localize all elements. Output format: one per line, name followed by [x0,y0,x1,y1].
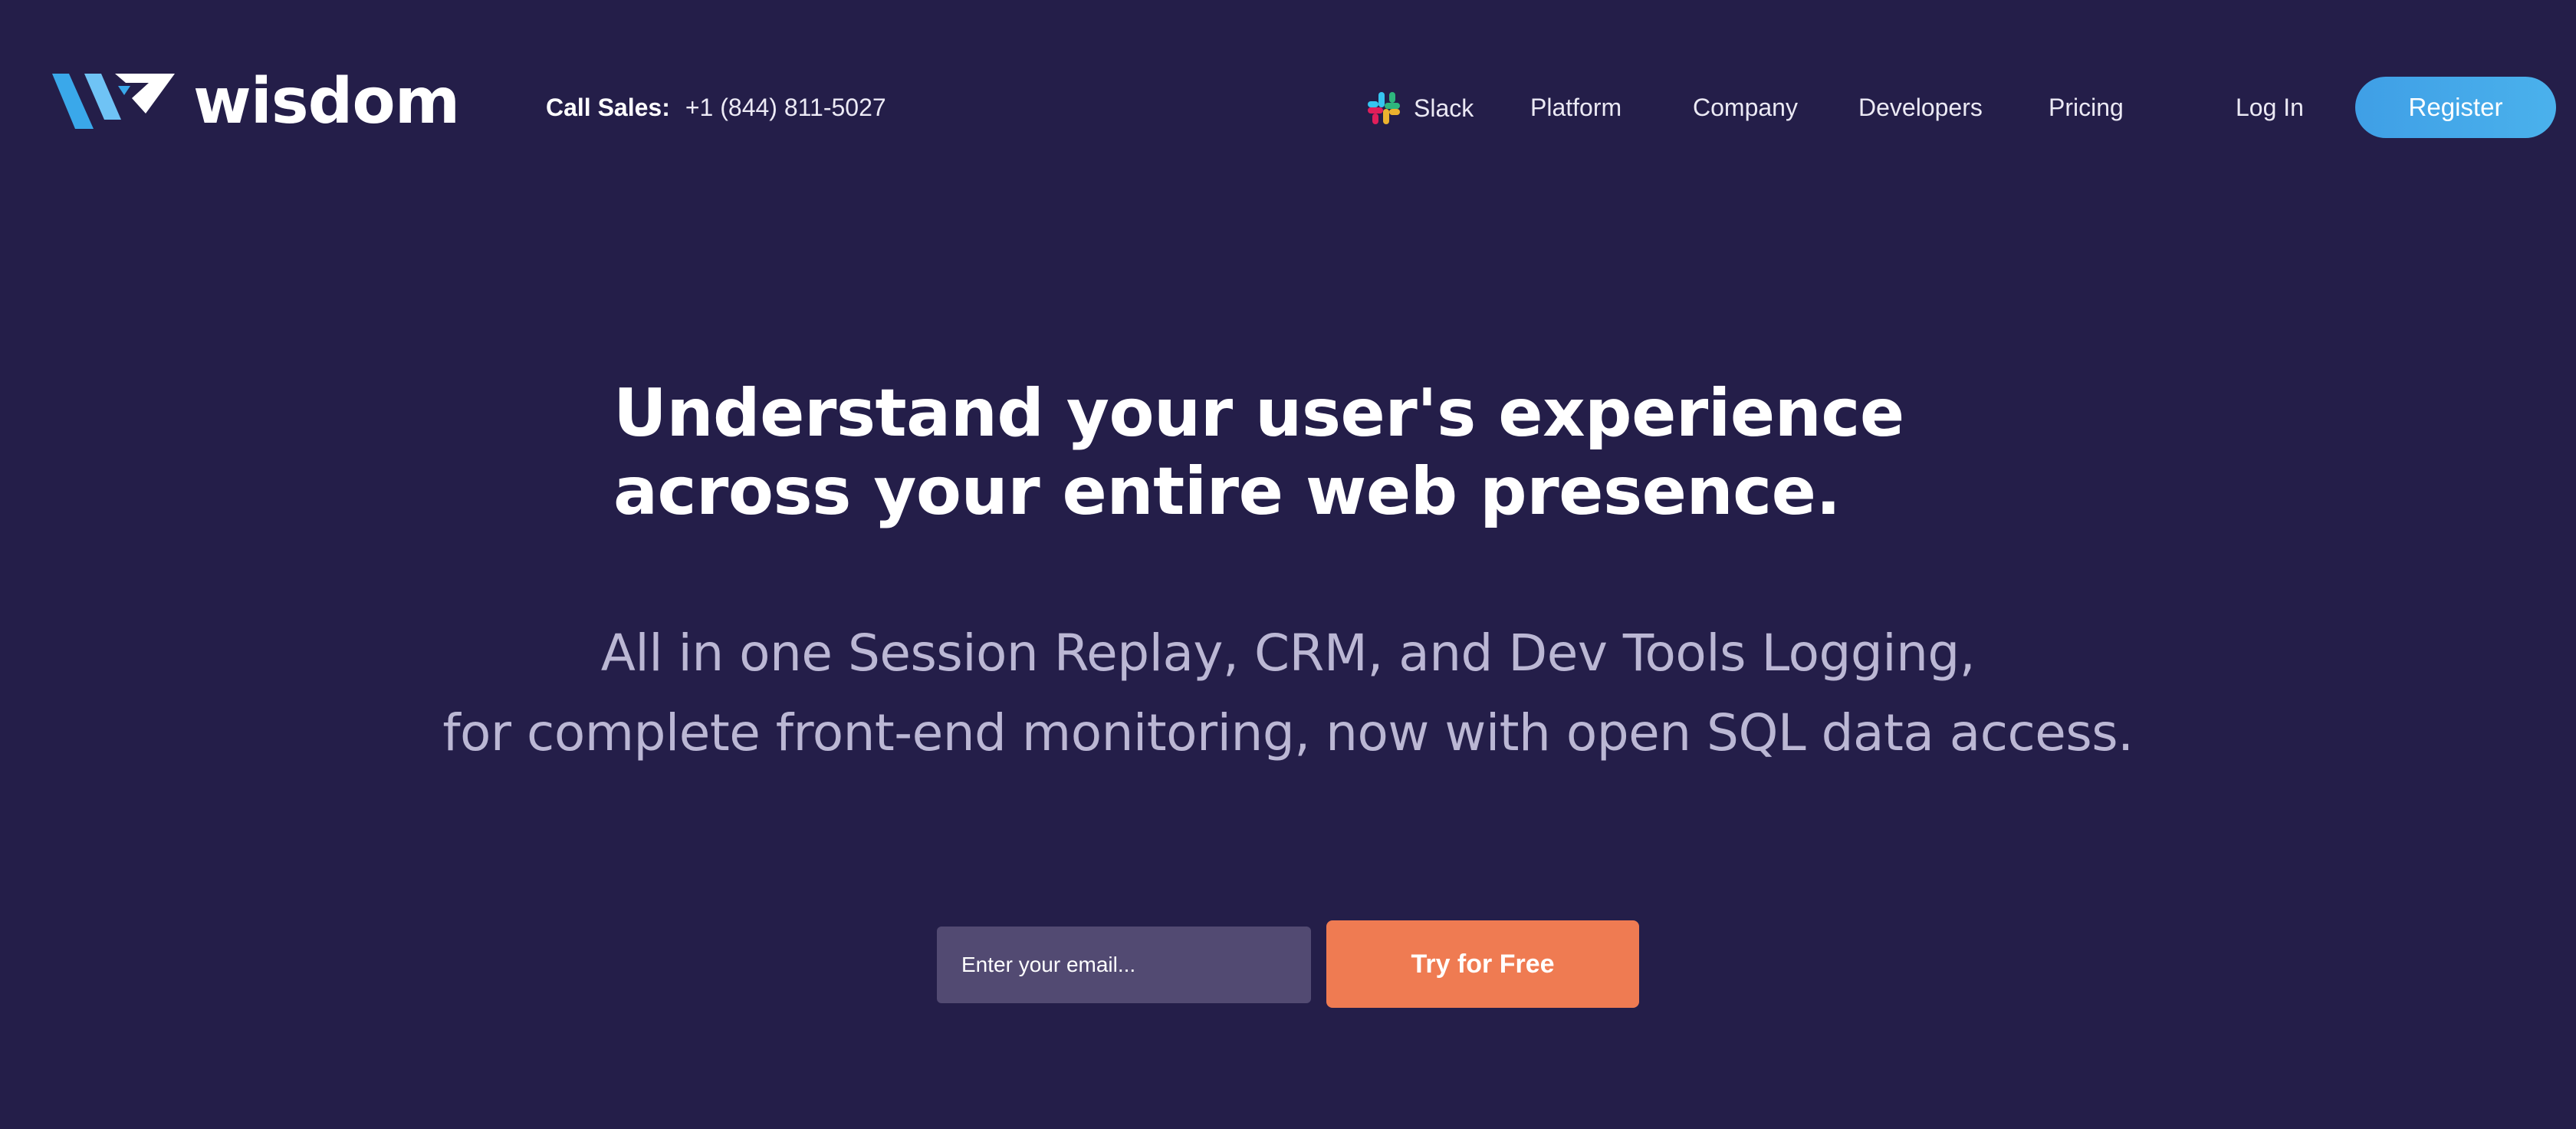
slack-icon [1368,92,1400,124]
hero-subtitle-line-1: All in one Session Replay, CRM, and Dev … [600,624,1976,683]
register-button[interactable]: Register [2355,77,2556,138]
call-sales-label: Call Sales: [546,94,670,121]
wisdom-logo[interactable]: wisdom [52,65,460,138]
email-input[interactable] [937,927,1311,1003]
wisdom-w-mark-icon [52,74,175,129]
nav-item-slack-label: Slack [1414,94,1474,122]
hero-title-line-1: Understand your user's experience [613,375,1904,452]
nav-item-developers[interactable]: Developers [1858,91,1983,124]
nav-item-company[interactable]: Company [1693,91,1798,124]
hero-subtitle: All in one Session Replay, CRM, and Dev … [0,614,2576,773]
top-navigation: wisdom Call Sales: +1 (844) 811-5027 Slac… [0,0,2576,215]
nav-item-pricing[interactable]: Pricing [2049,91,2124,124]
call-sales-phone-link[interactable]: +1 (844) 811-5027 [685,94,886,121]
nav-item-slack[interactable]: Slack [1366,91,1474,126]
hero-title-line-2: across your entire web presence. [613,453,1841,530]
login-link[interactable]: Log In [2236,91,2304,124]
hero-subtitle-line-2: for complete front-end monitoring, now w… [442,703,2134,762]
try-for-free-button[interactable]: Try for Free [1326,920,1639,1008]
nav-item-platform[interactable]: Platform [1530,91,1622,124]
wisdom-wordmark: wisdom [193,65,460,138]
hero-title: Understand your user's experience across… [613,374,2070,531]
call-sales: Call Sales: +1 (844) 811-5027 [546,91,886,124]
